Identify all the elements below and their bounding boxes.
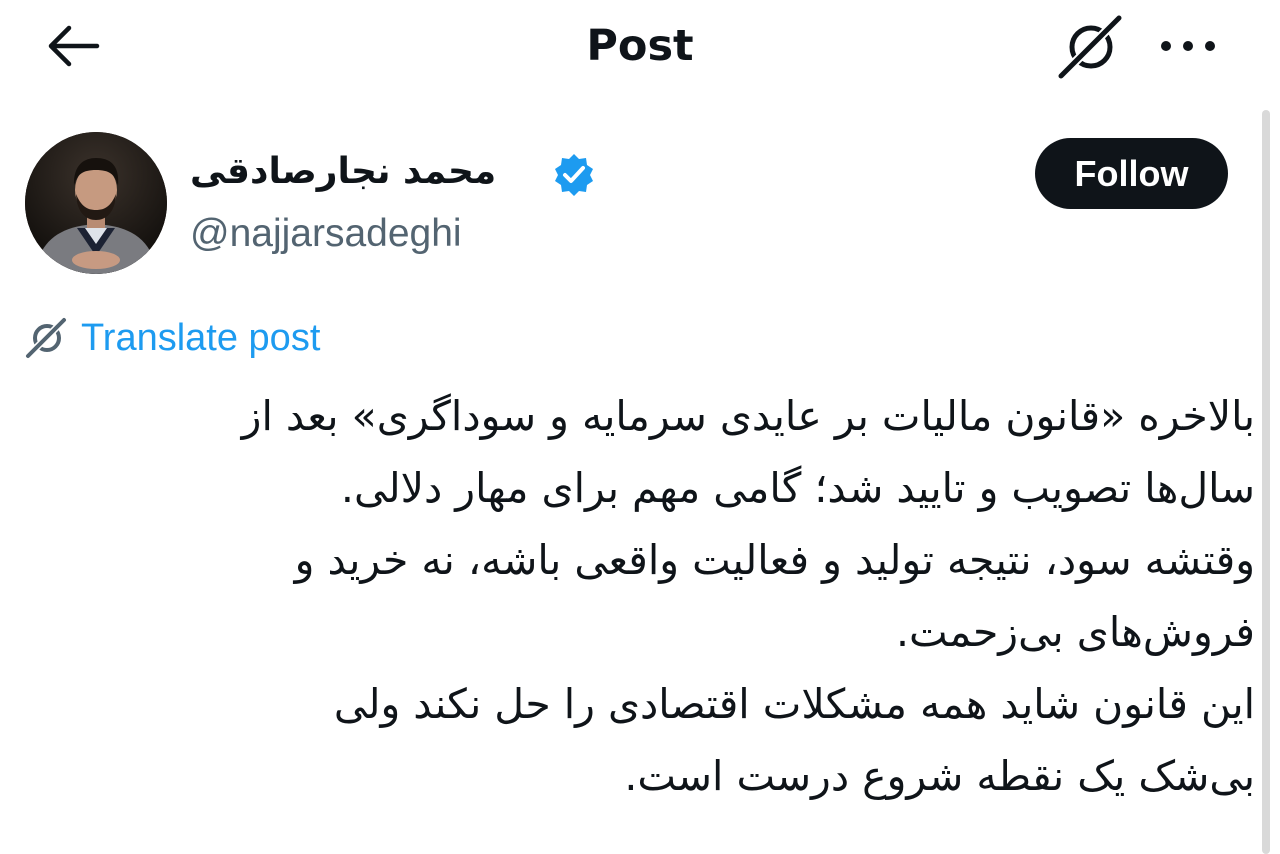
avatar-image — [25, 132, 167, 274]
more-button[interactable] — [1152, 22, 1224, 70]
verified-badge-icon — [555, 154, 593, 196]
avatar[interactable] — [25, 132, 167, 274]
grok-translate-icon — [25, 317, 67, 359]
post-text-line: بی‌شک یک نقطه شروع درست است. — [624, 752, 1255, 800]
follow-button[interactable]: Follow — [1035, 138, 1228, 209]
translate-post-link[interactable]: Translate post — [25, 312, 320, 364]
scrollbar[interactable] — [1262, 110, 1270, 854]
author-name[interactable]: محمد نجارصادقی — [190, 142, 550, 202]
post-text-line: سال‌ها تصویب و تایید شد؛ گامی مهم برای م… — [340, 464, 1255, 512]
post-text-line: فروش‌های بی‌زحمت. — [895, 608, 1255, 656]
top-bar: Post — [0, 0, 1280, 100]
grok-button[interactable] — [1054, 12, 1126, 82]
post-text-line: بالاخره «قانون مالیات بر عایدی سرمایه و … — [241, 392, 1255, 440]
author-handle[interactable]: @najjarsadeghi — [190, 208, 462, 260]
translate-post-label: Translate post — [81, 316, 321, 359]
post-text-line: این قانون شاید همه مشکلات اقتصادی را حل … — [333, 680, 1255, 728]
grok-icon — [1057, 14, 1123, 80]
post-text: بالاخره «قانون مالیات بر عایدی سرمایه و … — [40, 380, 1255, 812]
post-text-line: وقتشه سود، نتیجه تولید و فعالیت واقعی با… — [294, 536, 1255, 584]
more-dots-icon — [1161, 41, 1215, 51]
